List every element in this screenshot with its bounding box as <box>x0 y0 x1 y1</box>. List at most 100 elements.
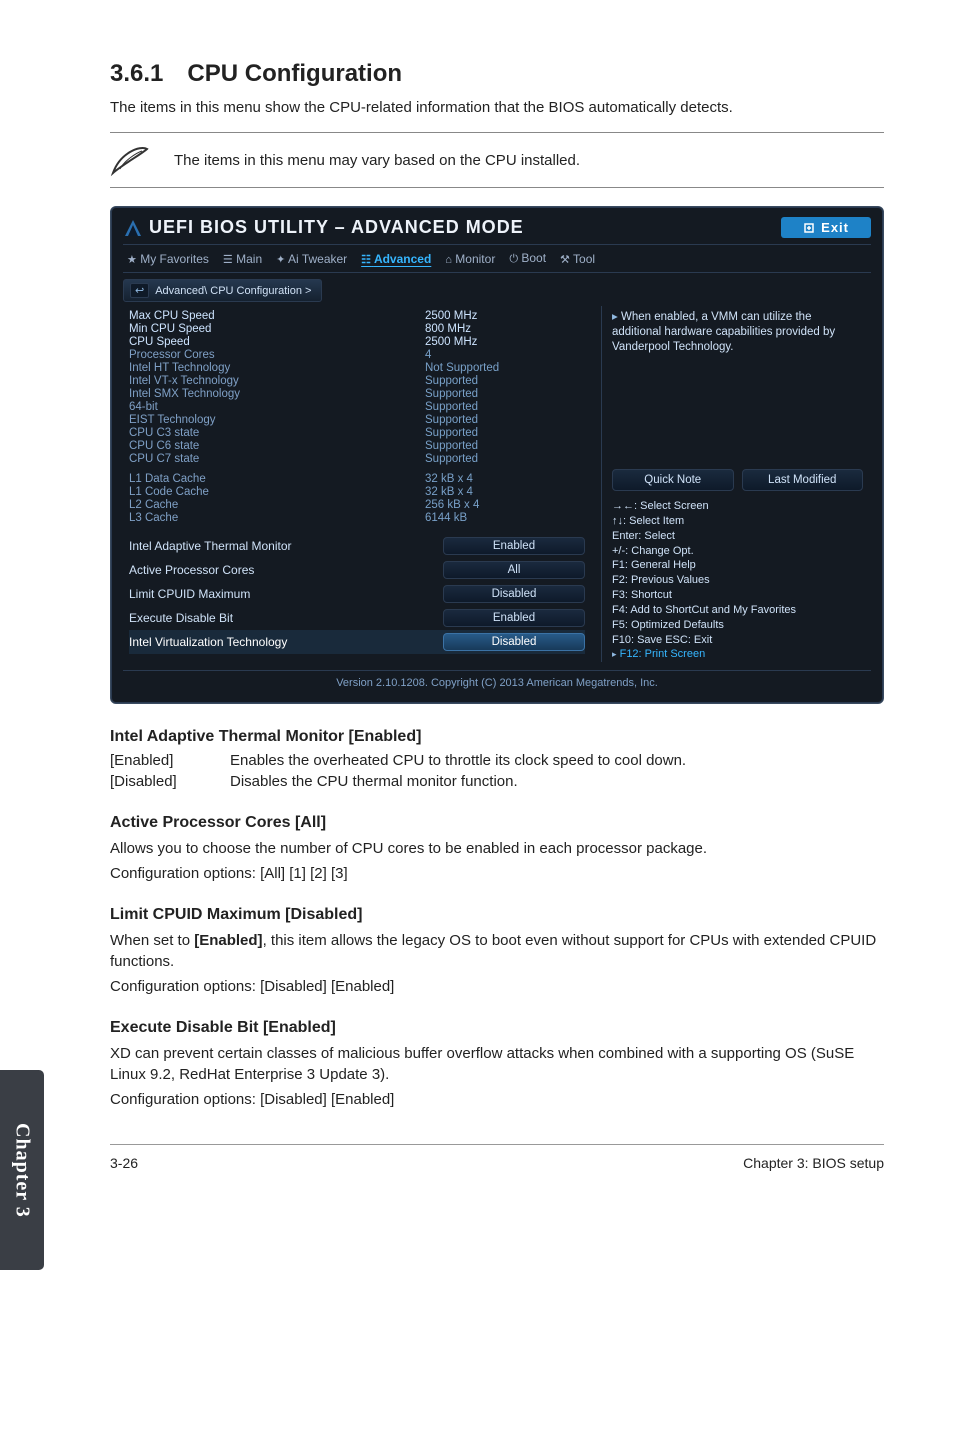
info-label: Intel HT Technology <box>129 362 425 374</box>
cache-value: 32 kB x 4 <box>425 486 585 498</box>
key-help-line: F2: Previous Values <box>612 573 863 588</box>
bios-logo-row: UEFI BIOS UTILITY – ADVANCED MODE <box>123 217 524 238</box>
setting-value-pill[interactable]: Disabled <box>443 585 585 603</box>
footer-page: 3-26 <box>110 1155 138 1171</box>
cache-label: L1 Code Cache <box>129 486 425 498</box>
setting-value-pill[interactable]: Disabled <box>443 633 585 651</box>
settings-list: Intel Adaptive Thermal Monitor Enabled Act… <box>129 534 585 654</box>
setting-label: Limit CPUID Maximum <box>129 587 250 601</box>
option-title-edb: Execute Disable Bit [Enabled] <box>110 1019 884 1037</box>
key-help-line: F10: Save ESC: Exit <box>612 633 863 648</box>
tab-monitor[interactable]: ⌂ Monitor <box>445 252 495 266</box>
cache-label: L2 Cache <box>129 499 425 511</box>
cache-value: 6144 kB <box>425 512 585 524</box>
option-title-lcm: Limit CPUID Maximum [Disabled] <box>110 906 884 924</box>
setting-row[interactable]: Intel Virtualization Technology Disabled <box>129 630 585 654</box>
setting-row[interactable]: Intel Adaptive Thermal Monitor Enabled <box>129 534 585 558</box>
info-value: Supported <box>425 440 585 452</box>
info-value: Not Supported <box>425 362 585 374</box>
key-help-line: F5: Optimized Defaults <box>612 618 863 633</box>
apc-cfg: Configuration options: [All] [1] [2] [3] <box>110 865 884 882</box>
option-title-apc: Active Processor Cores [All] <box>110 814 884 832</box>
advanced-icon: ☷ <box>361 254 371 266</box>
tool-icon: ⚒ <box>560 254 570 266</box>
tab-ai-tweaker[interactable]: ✦ Ai Tweaker <box>276 252 347 266</box>
setting-label: Execute Disable Bit <box>129 611 233 625</box>
setting-label: Intel Virtualization Technology <box>129 635 287 649</box>
edb-cfg: Configuration options: [Disabled] [Enabl… <box>110 1091 884 1108</box>
info-label: CPU C7 state <box>129 453 425 465</box>
tab-tool[interactable]: ⚒ Tool <box>560 252 595 266</box>
back-icon[interactable]: ↩ <box>130 283 149 298</box>
help-text: ▸ When enabled, a VMM can utilize the ad… <box>612 310 863 355</box>
bios-title-text: UEFI BIOS UTILITY – ADVANCED MODE <box>149 217 524 238</box>
page-footer: 3-26 Chapter 3: BIOS setup <box>110 1144 884 1171</box>
exit-button[interactable]: Exit <box>781 217 871 238</box>
setting-value-pill[interactable]: All <box>443 561 585 579</box>
cache-grid: L1 Data Cache32 kB x 4L1 Code Cache32 kB… <box>129 473 585 524</box>
section-subtitle: The items in this menu show the CPU-rela… <box>110 98 884 118</box>
breadcrumb[interactable]: ↩ Advanced\ CPU Configuration > <box>123 279 322 302</box>
tab-advanced[interactable]: ☷ Advanced <box>361 252 431 266</box>
info-label: Processor Cores <box>129 349 425 361</box>
setting-row[interactable]: Active Processor CoresAll <box>129 558 585 582</box>
edb-desc: XD can prevent certain classes of malici… <box>110 1043 884 1085</box>
info-label: EIST Technology <box>129 414 425 426</box>
info-label: CPU C6 state <box>129 440 425 452</box>
star-icon: ★ <box>127 254 137 266</box>
option-table-thermal: [Enabled] Enables the overheated CPU to … <box>110 752 884 790</box>
boot-icon: ⏻ <box>509 253 518 265</box>
info-label: Min CPU Speed <box>129 323 425 335</box>
opt-val: Enables the overheated CPU to throttle i… <box>230 752 884 769</box>
tab-main[interactable]: ☰ Main <box>223 252 262 266</box>
key-help-list: →←: Select Screen↑↓: Select ItemEnter: S… <box>612 499 863 662</box>
monitor-icon: ⌂ <box>445 254 452 266</box>
cache-label: L3 Cache <box>129 512 425 524</box>
key-help-line: +/-: Change Opt. <box>612 544 863 559</box>
exit-icon <box>803 222 815 234</box>
info-label: Intel VT-x Technology <box>129 375 425 387</box>
last-modified-button[interactable]: Last Modified <box>742 469 864 491</box>
cache-value: 32 kB x 4 <box>425 473 585 485</box>
info-label: Intel SMX Technology <box>129 388 425 400</box>
bios-version-text: Version 2.10.1208. Copyright (C) 2013 Am… <box>123 670 871 689</box>
bullet-icon: ▸ <box>612 311 618 323</box>
cpu-info-grid: Max CPU Speed2500 MHzMin CPU Speed800 MH… <box>129 310 585 465</box>
breadcrumb-text: Advanced\ CPU Configuration > <box>155 285 311 297</box>
tab-boot[interactable]: ⏻ Boot <box>509 251 546 266</box>
opt-key: [Enabled] <box>110 752 230 769</box>
key-help-line: Enter: Select <box>612 529 863 544</box>
key-help-line: F1: General Help <box>612 558 863 573</box>
bios-logo-icon <box>123 218 143 238</box>
cache-value: 256 kB x 4 <box>425 499 585 511</box>
info-label: 64-bit <box>129 401 425 413</box>
setting-row[interactable]: Execute Disable Bit Enabled <box>129 606 585 630</box>
info-label: Max CPU Speed <box>129 310 425 322</box>
info-value: 4 <box>425 349 585 361</box>
option-title-thermal: Intel Adaptive Thermal Monitor [Enabled] <box>110 728 884 746</box>
tab-favorites[interactable]: ★ My Favorites <box>127 252 209 266</box>
setting-value-pill[interactable]: Enabled <box>443 609 585 627</box>
chapter-tab-label: Chapter 3 <box>11 1123 34 1218</box>
quick-note-button[interactable]: Quick Note <box>612 469 734 491</box>
info-value: 800 MHz <box>425 323 585 335</box>
setting-row[interactable]: Limit CPUID Maximum Disabled <box>129 582 585 606</box>
footer-chapter: Chapter 3: BIOS setup <box>743 1155 884 1171</box>
chapter-tab: Chapter 3 <box>0 1070 44 1270</box>
info-label: CPU Speed <box>129 336 425 348</box>
key-help-line: ▸ F12: Print Screen <box>612 647 863 662</box>
info-value: 2500 MHz <box>425 310 585 322</box>
key-help-line: →←: Select Screen <box>612 499 863 514</box>
exit-label: Exit <box>821 220 849 235</box>
note-icon <box>110 143 150 177</box>
apc-desc: Allows you to choose the number of CPU c… <box>110 838 884 859</box>
setting-label: Intel Adaptive Thermal Monitor <box>129 539 292 553</box>
info-value: Supported <box>425 388 585 400</box>
setting-value-pill[interactable]: Enabled <box>443 537 585 555</box>
info-value: Supported <box>425 401 585 413</box>
cache-label: L1 Data Cache <box>129 473 425 485</box>
section-number: 3.6.1 <box>110 60 163 88</box>
key-help-line: ↑↓: Select Item <box>612 514 863 529</box>
info-value: 2500 MHz <box>425 336 585 348</box>
key-help-line: F4: Add to ShortCut and My Favorites <box>612 603 863 618</box>
